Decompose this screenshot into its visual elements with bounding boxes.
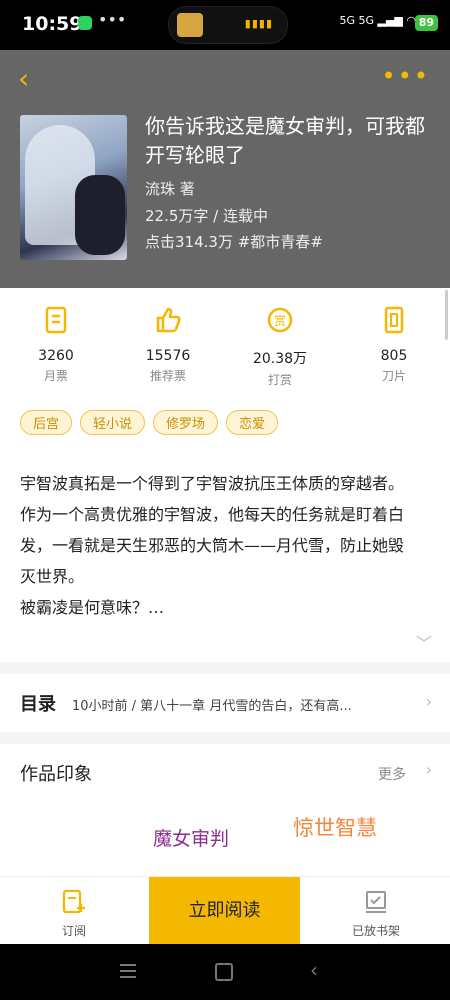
book-words-status: 22.5万字 / 连载中 <box>145 207 268 225</box>
read-now-button[interactable]: 立即阅读 <box>149 877 300 945</box>
signal-icon: 5G 5G ▂▄▆ ◠ <box>339 14 416 27</box>
tag-chip[interactable]: 恋爱 <box>226 410 279 435</box>
stat-value: 3260 <box>38 348 74 364</box>
subscribe-button[interactable]: 订阅 <box>0 877 148 945</box>
subscribe-label: 订阅 <box>61 924 86 938</box>
stat-blade[interactable]: 805 刀片 <box>338 300 450 384</box>
chevron-right-icon[interactable]: › <box>426 760 432 779</box>
stat-monthly-ticket[interactable]: 3260 月票 <box>0 300 112 384</box>
bottom-action-bar: 订阅 立即阅读 已放书架 <box>0 876 450 945</box>
bookshelf-button[interactable]: 已放书架 <box>302 877 450 945</box>
stat-label: 月票 <box>43 369 68 383</box>
description-line: 宇智波真拓是一个得到了宇智波抗压王体质的穿越者。 <box>20 474 405 493</box>
stats-row: 3260 月票 15576 推荐票 赏 20.38万 打赏 805 刀片 <box>0 300 450 390</box>
stat-value: 805 <box>380 348 408 364</box>
reward-coin-icon: 赏 <box>267 307 293 333</box>
book-author[interactable]: 流珠 著 <box>145 178 195 199</box>
tag-list: 后宫 轻小说 修罗场 恋爱 <box>20 410 286 436</box>
stat-label: 刀片 <box>381 369 406 383</box>
tag-chip[interactable]: 后宫 <box>20 410 73 435</box>
description-line: 作为一个高贵优雅的宇智波，他每天的任务就是盯着白 <box>20 505 405 524</box>
stat-value: 15576 <box>145 348 191 364</box>
status-bar: 10:59 ••• ▮▮▮▮ 5G 5G ▂▄▆ ◠ 89 <box>0 0 450 50</box>
impression-keyword[interactable]: 惊世智慧 <box>293 812 377 842</box>
chevron-right-icon: › <box>425 692 432 711</box>
impression-more-link[interactable]: 更多 <box>378 764 406 784</box>
system-nav-bar: ‹ <box>0 944 450 1000</box>
book-cover <box>20 115 127 260</box>
impression-keyword[interactable]: 魔女审判 <box>153 824 229 851</box>
description-line: 被霸凌是何意味？… <box>20 598 165 617</box>
stat-recommend-ticket[interactable]: 15576 推荐票 <box>112 300 224 384</box>
book-description[interactable]: 宇智波真拓是一个得到了宇智波抗压王体质的穿越者。 作为一个高贵优雅的宇智波，他每… <box>20 468 430 623</box>
section-divider <box>0 662 450 674</box>
description-line: 发，一看就是天生邪恶的大筒木——月代雪，防止她毁 <box>20 536 405 555</box>
thumbs-up-icon <box>156 307 181 333</box>
home-icon[interactable] <box>215 963 233 981</box>
status-time: 10:59 <box>22 13 83 35</box>
bookshelf-label: 已放书架 <box>351 924 400 938</box>
stat-reward[interactable]: 赏 20.38万 打赏 <box>224 300 336 388</box>
nav-back-icon[interactable]: ‹ <box>310 958 318 982</box>
ticket-icon <box>45 306 67 334</box>
book-header: ‹ ••• 你告诉我这是魔女审判，可我都开写轮眼了 流珠 著 22.5万字 / … <box>0 50 450 288</box>
more-notifications-icon: ••• <box>98 10 127 29</box>
section-divider <box>0 732 450 744</box>
book-clicks-genre: 点击314.3万 #都市青春# <box>145 233 323 251</box>
book-title: 你告诉我这是魔女审判，可我都开写轮眼了 <box>145 114 425 167</box>
tag-chip[interactable]: 修罗场 <box>153 410 219 435</box>
recent-apps-icon[interactable] <box>120 964 136 982</box>
toc-latest-chapter: 10小时前 / 第八十一章 月代雪的告白，还有高... <box>72 699 352 714</box>
bookshelf-check-icon <box>366 891 386 913</box>
subscribe-icon <box>62 889 85 914</box>
stat-value: 20.38万 <box>252 351 308 367</box>
more-options-icon[interactable]: ••• <box>382 62 430 90</box>
toc-label: 目录 <box>20 694 56 715</box>
cover-art-dress <box>75 175 125 255</box>
signal-label: 5G 5G <box>339 14 375 27</box>
dynamic-island: ▮▮▮▮ <box>168 6 288 44</box>
svg-text:赏: 赏 <box>274 314 286 328</box>
blade-icon <box>384 306 404 334</box>
stat-label: 推荐票 <box>149 369 186 383</box>
back-arrow-icon[interactable]: ‹ <box>18 62 29 95</box>
table-of-contents-row[interactable]: 目录 10小时前 / 第八十一章 月代雪的告白，还有高... › <box>0 674 450 732</box>
tag-chip[interactable]: 轻小说 <box>80 410 146 435</box>
media-thumbnail-icon <box>177 13 203 37</box>
description-line: 灭世界。 <box>20 567 85 586</box>
wechat-icon <box>78 16 92 30</box>
stat-label: 打赏 <box>267 373 292 387</box>
battery-indicator: 89 <box>414 15 438 31</box>
audio-wave-icon: ▮▮▮▮ <box>244 17 273 30</box>
impression-title: 作品印象 <box>20 764 92 785</box>
expand-chevron-down-icon[interactable]: ﹀ <box>416 630 432 654</box>
